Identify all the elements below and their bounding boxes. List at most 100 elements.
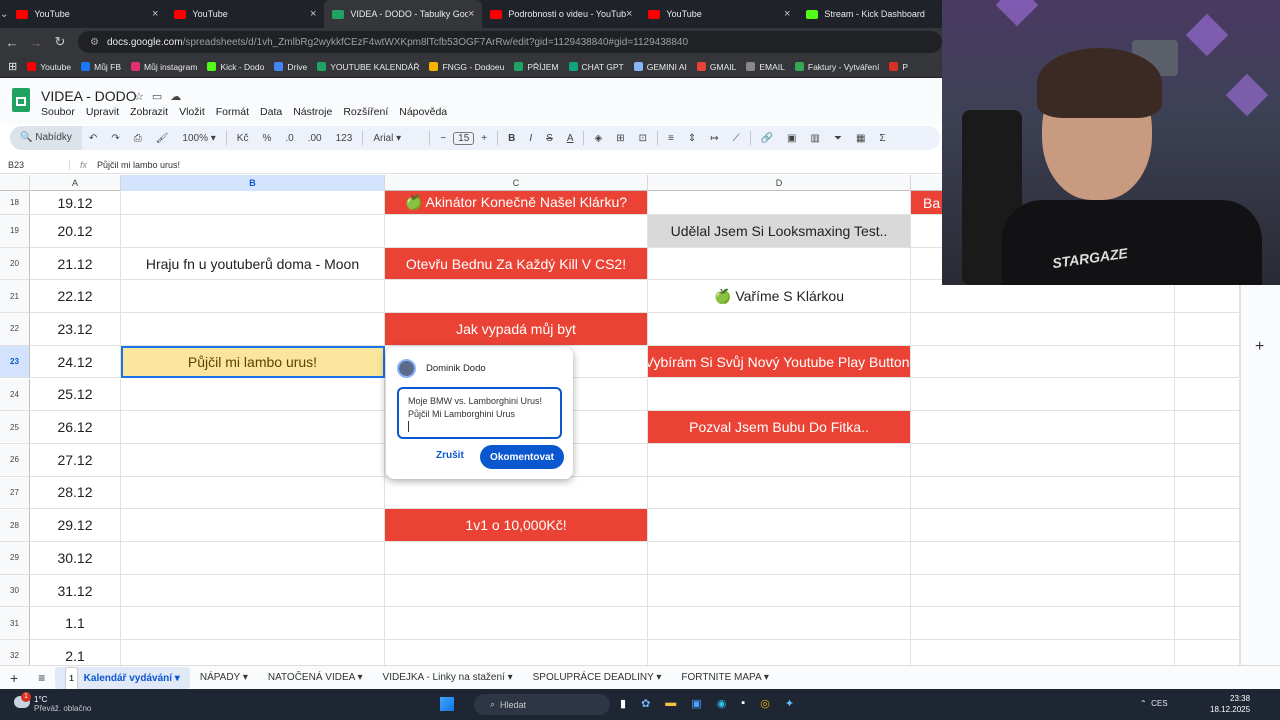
bookmark-item[interactable]: Můj instagram <box>131 62 197 72</box>
cell-f-27[interactable] <box>1175 476 1240 510</box>
cell-a-24[interactable]: 25.12 <box>30 378 121 412</box>
percent-format-button[interactable]: % <box>255 133 278 144</box>
cell-b-21[interactable] <box>121 280 385 314</box>
decrease-decimal-button[interactable]: .0 <box>278 133 300 144</box>
sheet-tab[interactable]: VIDEJKA - Linky na stažení ▾ <box>373 672 523 683</box>
cell-d-29[interactable] <box>648 542 911 575</box>
row-header[interactable]: 22 <box>0 313 30 346</box>
cell-f-31[interactable] <box>1175 607 1240 641</box>
file-explorer-icon[interactable]: ▬ <box>665 697 676 710</box>
cell-e-31[interactable] <box>911 607 1175 641</box>
insert-link-icon[interactable]: 🔗 <box>754 133 780 144</box>
terminal-icon[interactable]: ▪ <box>741 697 745 710</box>
cell-c-18[interactable]: 🍏 Akinátor Konečně Našel Klárku? <box>385 191 648 215</box>
document-title[interactable]: VIDEA - DODO <box>41 88 137 104</box>
comment-submit-button[interactable]: Okomentovat <box>480 445 564 469</box>
task-view-icon[interactable]: ▮ <box>620 697 626 710</box>
menu-item[interactable]: Nápověda <box>399 106 447 118</box>
cell-d-22[interactable] <box>648 313 911 346</box>
column-header-c[interactable]: C <box>385 175 648 191</box>
column-header-a[interactable]: A <box>30 175 121 191</box>
fill-color-icon[interactable]: ◈ <box>587 133 609 144</box>
filter-icon[interactable]: ⏷ <box>827 133 849 144</box>
site-info-icon[interactable]: ⚙ <box>90 37 99 48</box>
undo-icon[interactable]: ↶ <box>82 133 104 144</box>
row-header[interactable]: 28 <box>0 509 30 542</box>
cell-b-25[interactable] <box>121 411 385 444</box>
cell-e-22[interactable] <box>911 313 1175 346</box>
add-sheet-icon[interactable]: + <box>0 670 28 686</box>
close-tab-icon[interactable]: × <box>784 8 790 20</box>
cell-d-26[interactable] <box>648 443 911 477</box>
menu-item[interactable]: Data <box>260 106 282 118</box>
cell-d-30[interactable] <box>648 574 911 608</box>
cell-c-20[interactable]: Otevřu Bednu Za Každý Kill V CS2! <box>385 247 648 281</box>
bookmark-item[interactable]: Faktury - Vytváření <box>794 62 879 72</box>
cell-f-28[interactable] <box>1175 509 1240 542</box>
cell-a-29[interactable]: 30.12 <box>30 542 121 575</box>
zoom-select[interactable]: 100% ▾ <box>175 133 222 144</box>
row-header[interactable]: 24 <box>0 378 30 412</box>
cell-c-31[interactable] <box>385 607 648 641</box>
close-tab-icon[interactable]: × <box>152 8 158 20</box>
cell-c-22[interactable]: Jak vypadá můj byt <box>385 313 648 346</box>
cell-a-25[interactable]: 26.12 <box>30 411 121 444</box>
cell-b-29[interactable] <box>121 542 385 575</box>
browser-tab[interactable]: Stream - Kick Dashboard× <box>798 0 956 28</box>
windows-start-icon[interactable] <box>440 697 454 711</box>
row-header[interactable]: 25 <box>0 411 30 444</box>
bookmark-item[interactable]: YOUTUBE KALENDÁŘ <box>317 62 419 72</box>
cell-d-19[interactable]: Udělal Jsem Si Looksmaxing Test.. <box>648 215 911 248</box>
cell-b-30[interactable] <box>121 574 385 608</box>
menu-item[interactable]: Rozšíření <box>343 106 388 118</box>
row-header[interactable]: 21 <box>0 280 30 314</box>
browser-tab[interactable]: YouTube × <box>8 0 166 28</box>
cell-d-27[interactable] <box>648 476 911 510</box>
currency-format-button[interactable]: Kč <box>230 133 256 144</box>
filter-views-icon[interactable]: ▦ <box>849 133 872 144</box>
clock[interactable]: 23:38 18.12.2025 <box>1210 693 1250 715</box>
cell-d-25[interactable]: Pozval Jsem Bubu Do Fitka.. <box>648 411 911 444</box>
language-indicator[interactable]: CES <box>1151 699 1167 708</box>
cell-a-22[interactable]: 23.12 <box>30 313 121 346</box>
insert-comment-icon[interactable]: ▣ <box>780 133 803 144</box>
insert-chart-icon[interactable]: ▥ <box>804 133 827 144</box>
menu-search[interactable]: 🔍 Nabídky <box>10 126 82 150</box>
cell-f-22[interactable] <box>1175 313 1240 346</box>
cell-c-21[interactable] <box>385 280 648 314</box>
row-header[interactable]: 31 <box>0 607 30 641</box>
column-header-b[interactable]: B <box>121 175 385 191</box>
reload-icon[interactable]: ↻ <box>48 34 72 50</box>
cell-e-27[interactable] <box>911 476 1175 510</box>
tray-chevron-icon[interactable]: ⌃ <box>1140 699 1147 708</box>
cloud-status-icon[interactable]: ☁ <box>170 91 189 103</box>
address-bar[interactable]: ⚙ docs.google.com /spreadsheets/d/1vh_Zm… <box>78 31 942 53</box>
cell-c-30[interactable] <box>385 574 648 608</box>
cell-d-28[interactable] <box>648 509 911 542</box>
sheet-tab[interactable]: FORTNITE MAPA ▾ <box>671 672 778 683</box>
add-addon-icon[interactable]: + <box>1255 338 1264 356</box>
functions-icon[interactable]: Σ <box>872 133 892 144</box>
tab-search-button[interactable]: ⌄ <box>0 0 8 28</box>
more-formats-button[interactable]: 123 <box>329 133 360 144</box>
bookmark-item[interactable]: GMAIL <box>696 62 736 72</box>
cell-f-26[interactable] <box>1175 443 1240 477</box>
app-icon[interactable]: ✦ <box>785 697 794 710</box>
weather-widget[interactable]: 1°C Převáž. oblačno <box>34 695 91 713</box>
row-header[interactable]: 26 <box>0 443 30 477</box>
text-wrap-icon[interactable]: ↦ <box>703 133 725 144</box>
taskbar-search[interactable]: ⌕ Hledat <box>474 694 610 715</box>
strikethrough-icon[interactable]: S <box>539 133 560 144</box>
increase-decimal-button[interactable]: .00 <box>301 133 329 144</box>
row-header[interactable]: 27 <box>0 476 30 510</box>
font-size-increase-button[interactable]: + <box>474 133 494 144</box>
cell-a-31[interactable]: 1.1 <box>30 607 121 641</box>
cell-a-23[interactable]: 24.12 <box>30 345 121 379</box>
forward-icon[interactable]: → <box>24 35 48 50</box>
cell-a-30[interactable]: 31.12 <box>30 574 121 608</box>
close-tab-icon[interactable]: × <box>626 8 632 20</box>
comment-input[interactable]: Moje BMW vs. Lamborghini Urus! Půjčil Mi… <box>397 387 562 439</box>
cell-f-25[interactable] <box>1175 411 1240 444</box>
cell-e-24[interactable] <box>911 378 1175 412</box>
cell-c-27[interactable] <box>385 476 648 510</box>
